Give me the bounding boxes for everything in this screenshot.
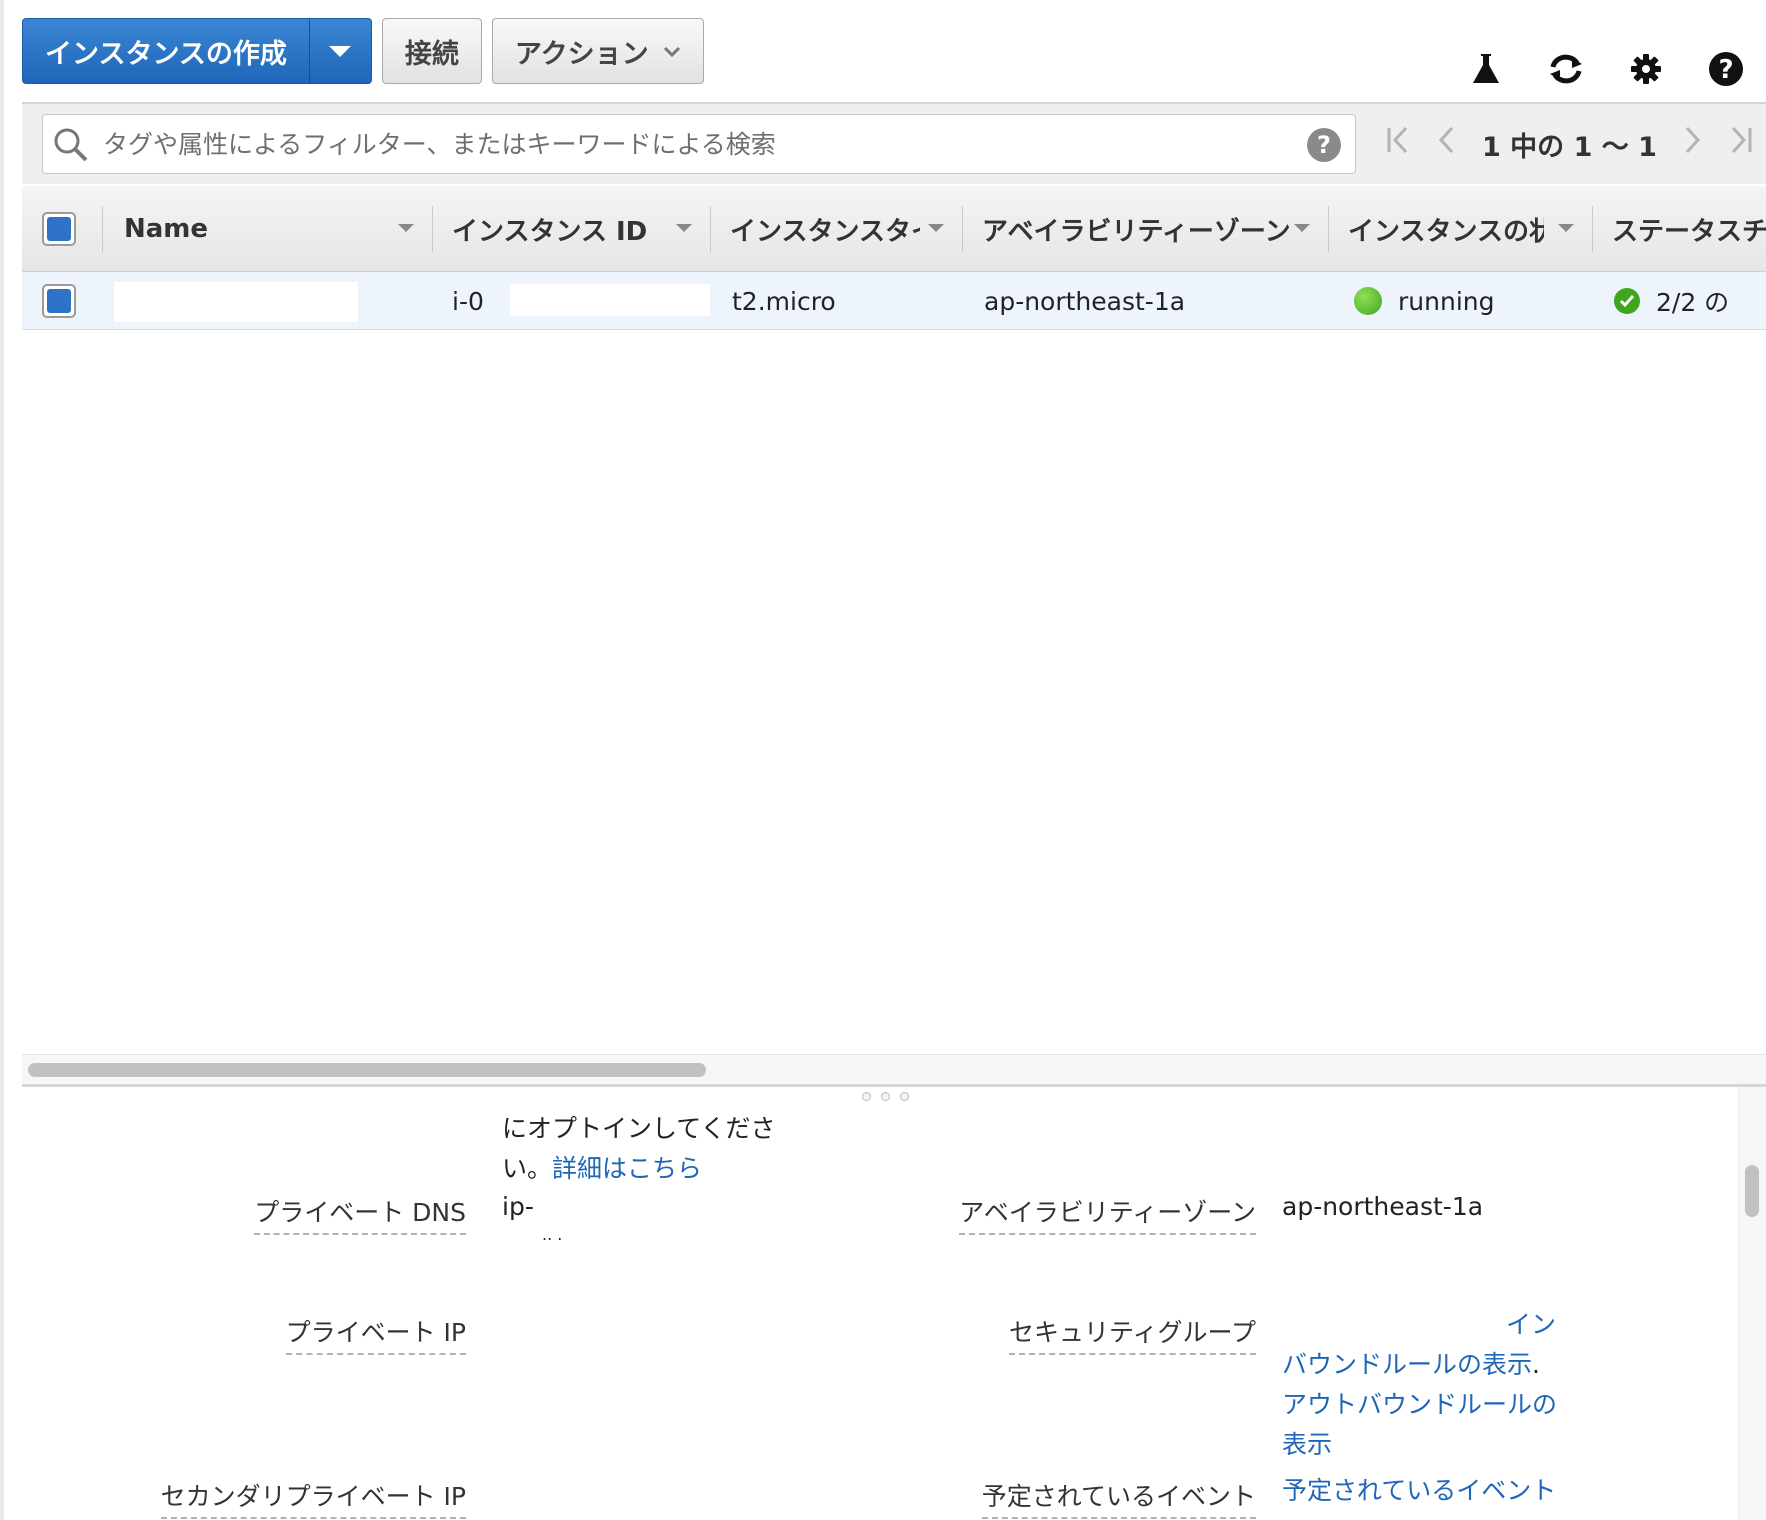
launch-dropdown-button[interactable] [308, 19, 371, 83]
redacted-name [114, 282, 358, 322]
inbound-rules-link[interactable]: バウンドルールの表示 [1282, 1350, 1532, 1379]
sort-arrow-icon [1558, 224, 1574, 232]
search-help-text: ? [1317, 131, 1331, 159]
learn-more-link[interactable]: 詳細はこちら [552, 1154, 702, 1183]
prev-page-icon[interactable] [1426, 126, 1466, 162]
az-detail-label: アベイラビリティーゾーン [959, 1193, 1256, 1235]
sort-arrow-icon [928, 224, 944, 232]
outbound-rules-link-end[interactable]: 表示 [1282, 1430, 1332, 1459]
details-vertical-scrollbar[interactable] [1738, 1087, 1766, 1520]
flask-icon[interactable] [1446, 44, 1526, 94]
actions-label: アクション [514, 38, 649, 70]
search-help-icon[interactable]: ? [1307, 128, 1341, 162]
cell-az: ap-northeast-1a [984, 272, 1314, 330]
row-select-cell [42, 272, 82, 330]
pagination: 1 中の 1 〜 1 [1378, 118, 1761, 170]
column-header-name[interactable]: Name [124, 186, 422, 272]
instance-id: i-0 [452, 286, 484, 316]
column-header-az[interactable]: アベイラビリティーゾーン [982, 186, 1318, 272]
horizontal-scroll-thumb[interactable] [28, 1063, 706, 1077]
details-pane: にオプトインしてくださ い。詳細はこちら プライベート DNS ip- .. .… [22, 1087, 1766, 1520]
row-checkbox[interactable] [42, 284, 76, 318]
check-circle-icon [1614, 288, 1640, 314]
launch-instance-button[interactable]: インスタンスの作成 [23, 19, 309, 83]
sort-arrow-icon [1294, 224, 1310, 232]
launch-instance-split-button: インスタンスの作成 [22, 18, 372, 84]
refresh-icon[interactable] [1526, 44, 1606, 94]
scheduled-events-value: 予定されているイベント [1282, 1471, 1556, 1511]
select-all-cell [42, 186, 82, 272]
next-page-icon[interactable] [1673, 126, 1713, 162]
scheduled-events-link[interactable]: 予定されているイベント [1282, 1476, 1556, 1505]
search-input[interactable] [101, 123, 1281, 165]
actions-button[interactable]: アクション [491, 18, 704, 84]
column-instance-type-label: インスタンスタイプ [730, 216, 920, 247]
column-header-instance-type[interactable]: インスタンスタイプ [730, 186, 952, 272]
search-icon [53, 127, 89, 167]
cell-status-checks: 2/2 の [1614, 272, 1766, 330]
column-header-state[interactable]: インスタンスの状態 [1348, 186, 1582, 272]
availability-zone: ap-northeast-1a [984, 286, 1186, 316]
column-name-label: Name [124, 214, 209, 244]
select-all-checkbox[interactable] [42, 212, 76, 246]
first-page-icon[interactable] [1378, 126, 1418, 162]
column-state-label: インスタンスの状態 [1348, 216, 1544, 247]
cell-instance-type: t2.micro [732, 272, 952, 330]
column-header-instance-id[interactable]: インスタンス ID [452, 186, 700, 272]
instance-state: running [1398, 286, 1495, 316]
status-checks-value: 2/2 の [1656, 288, 1730, 317]
redacted-instance-id [510, 284, 710, 316]
column-header-status-checks[interactable]: ステータスチェック [1612, 186, 1766, 272]
column-az-label: アベイラビリティーゾーン [982, 216, 1291, 247]
sort-arrow-icon [676, 224, 692, 232]
column-instance-id-label: インスタンス ID [452, 216, 648, 247]
column-status-label: ステータスチェック [1612, 216, 1766, 247]
sort-arrow-icon [398, 224, 414, 232]
instance-type: t2.micro [732, 286, 836, 316]
private-ip-label: プライベート IP [285, 1313, 466, 1355]
toolbar: インスタンスの作成 接続 アクション [22, 18, 704, 84]
scheduled-events-label: 予定されているイベント [981, 1477, 1256, 1519]
help-icon[interactable]: ? [1686, 44, 1766, 94]
cell-state: running [1354, 272, 1584, 330]
private-dns-value: ip- .. . [502, 1192, 563, 1244]
chevron-down-icon [663, 39, 681, 63]
splitter-grip[interactable] [862, 1092, 909, 1101]
launch-instance-label: インスタンスの作成 [45, 38, 287, 70]
gear-icon[interactable] [1606, 44, 1686, 94]
table-header: Name インスタンス ID インスタンスタイプ アベイラビリティーゾーン イン… [22, 186, 1766, 272]
left-edge [0, 0, 4, 1520]
security-group-links: イン バウンドルールの表示. アウトバウンドルールの 表示 [1282, 1310, 1558, 1459]
search-box: ? [42, 114, 1356, 174]
optin-text: にオプトインしてくださ い。詳細はこちら [502, 1109, 776, 1189]
optin-line-1: にオプトインしてくださ [502, 1114, 776, 1143]
filter-bar: ? 1 中の 1 〜 1 [22, 102, 1766, 184]
secondary-ip-label: セカンダリプライベート IP [160, 1477, 466, 1519]
outbound-rules-link[interactable]: アウトバウンドルールの [1282, 1390, 1557, 1419]
security-group-label: セキュリティグループ [1008, 1313, 1256, 1355]
caret-down-icon [329, 45, 352, 57]
table-row[interactable]: i-0 t2.micro ap-northeast-1a running 2/2… [22, 272, 1766, 330]
top-icons: ? [1446, 44, 1766, 94]
connect-button[interactable]: 接続 [381, 18, 482, 84]
details-scroll-thumb[interactable] [1745, 1165, 1759, 1217]
horizontal-scrollbar[interactable] [22, 1054, 1766, 1084]
inbound-rules-link-start[interactable]: イン [1506, 1310, 1556, 1339]
running-status-icon [1354, 287, 1382, 315]
instances-table: Name インスタンス ID インスタンスタイプ アベイラビリティーゾーン イン… [22, 186, 1766, 330]
last-page-icon[interactable] [1721, 126, 1761, 162]
svg-text:?: ? [1718, 55, 1733, 85]
pagination-text: 1 中の 1 〜 1 [1482, 131, 1657, 163]
optin-line-2: い。 [502, 1154, 553, 1183]
az-detail-value: ap-northeast-1a [1282, 1192, 1484, 1221]
connect-label: 接続 [404, 38, 459, 70]
private-dns-label: プライベート DNS [254, 1193, 466, 1235]
